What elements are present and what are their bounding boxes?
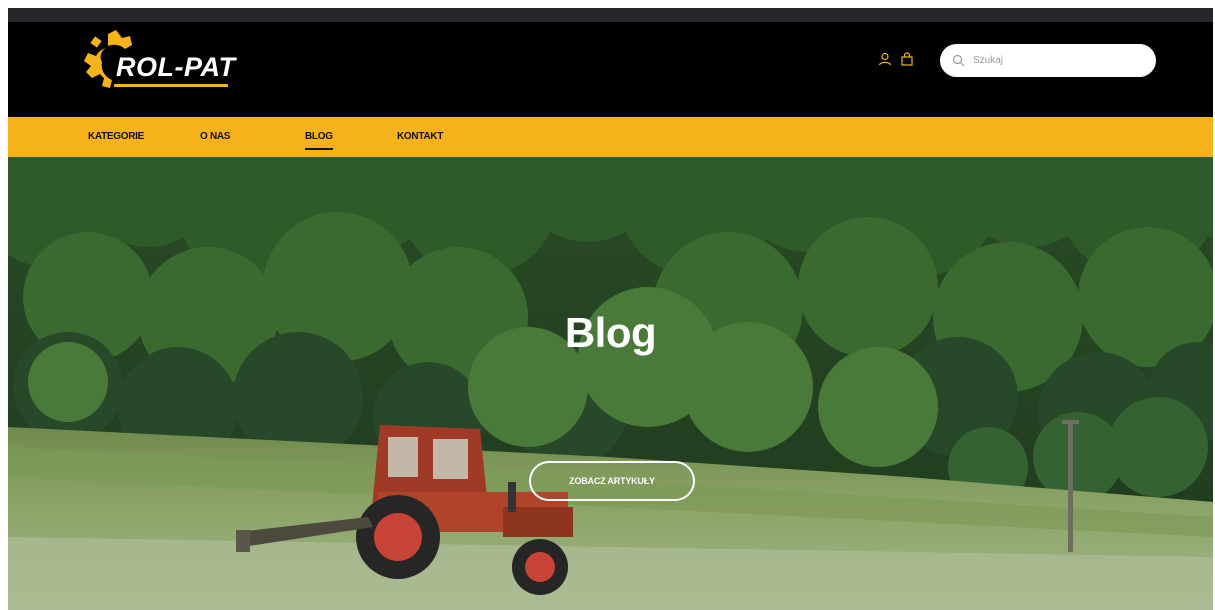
hero-banner: Blog ZOBACZ ARTYKUŁY — [8, 157, 1213, 610]
search-icon — [952, 54, 965, 67]
nav-item-blog[interactable]: BLOG — [305, 131, 333, 150]
nav-item-o-nas[interactable]: O NAS — [200, 131, 230, 142]
search-box[interactable] — [940, 44, 1156, 77]
page-margin-left — [0, 0, 8, 610]
bag-icon[interactable] — [900, 52, 914, 66]
search-input[interactable] — [973, 55, 1153, 66]
user-icon[interactable] — [878, 52, 892, 66]
hero-title: Blog — [564, 309, 657, 356]
logo-text: ROL-PAT — [116, 52, 236, 82]
hero-background-image — [8, 157, 1213, 610]
logo-underline — [114, 84, 228, 87]
browser-top-strip — [8, 8, 1213, 22]
main-nav: KATEGORIE O NAS BLOG KONTAKT — [8, 117, 1213, 157]
nav-item-kategorie[interactable]: KATEGORIE — [88, 131, 144, 142]
site-logo[interactable]: ROL-PAT — [78, 28, 238, 92]
see-articles-button[interactable]: ZOBACZ ARTYKUŁY — [529, 461, 695, 501]
site-header: ROL-PAT — [8, 22, 1213, 117]
nav-item-kontakt[interactable]: KONTAKT — [397, 131, 443, 142]
